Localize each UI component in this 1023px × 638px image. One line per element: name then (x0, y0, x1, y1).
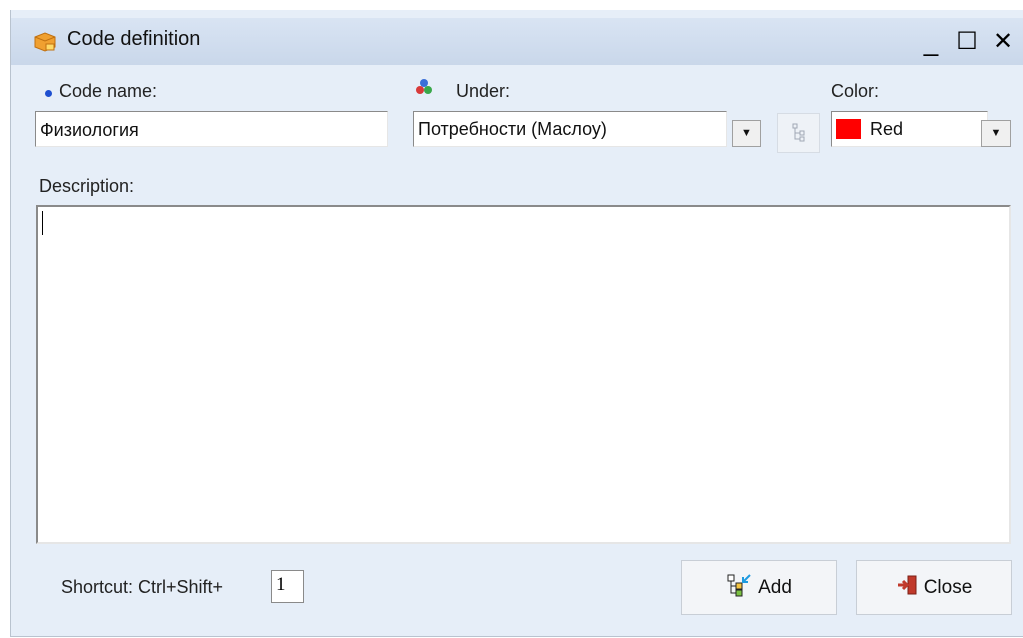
add-code-icon (726, 573, 752, 603)
add-button-label: Add (758, 576, 792, 598)
code-tree-button[interactable] (777, 113, 820, 153)
exit-door-icon (896, 574, 918, 602)
under-select[interactable]: Потребности (Маслоу) (413, 111, 727, 147)
text-cursor (42, 211, 43, 235)
under-value: Потребности (Маслоу) (418, 119, 607, 139)
description-textarea[interactable] (36, 205, 1011, 544)
color-label: Color: (831, 81, 880, 101)
minimize-button[interactable]: _ (917, 29, 945, 56)
app-icon (33, 31, 57, 53)
shortcut-input[interactable]: 1 (271, 570, 304, 603)
window-title: Code definition (67, 28, 201, 50)
code-name-label: Code name: (59, 81, 158, 101)
color-swatch (836, 119, 861, 140)
close-button[interactable]: Close (856, 560, 1012, 615)
shortcut-value: 1 (276, 574, 286, 595)
under-label: Under: (456, 81, 511, 101)
maximize-button[interactable]: ☐ (953, 30, 981, 56)
chevron-down-icon: ▼ (741, 127, 752, 139)
close-button-label: Close (923, 576, 973, 598)
title-bar[interactable]: Code definition _ ☐ ✕ (11, 18, 1023, 65)
color-select[interactable]: Red (831, 111, 988, 147)
code-name-input[interactable]: Физиология (35, 111, 388, 147)
description-label: Description: (39, 176, 135, 196)
code-name-value: Физиология (40, 120, 139, 140)
color-value: Red (870, 118, 904, 139)
code-tree-icon (792, 123, 806, 148)
tri-color-code-icon (415, 78, 433, 96)
under-dropdown-button[interactable]: ▼ (732, 120, 761, 147)
shortcut-label: Shortcut: Ctrl+Shift+ (61, 577, 224, 597)
close-window-button[interactable]: ✕ (989, 30, 1017, 56)
chevron-down-icon: ▼ (990, 127, 1002, 139)
color-dropdown-button[interactable]: ▼ (981, 120, 1011, 147)
add-button[interactable]: Add (681, 560, 837, 615)
blue-dot-icon (45, 90, 52, 97)
code-definition-window: Code definition _ ☐ ✕ Code name: Физиоло… (10, 10, 1023, 637)
